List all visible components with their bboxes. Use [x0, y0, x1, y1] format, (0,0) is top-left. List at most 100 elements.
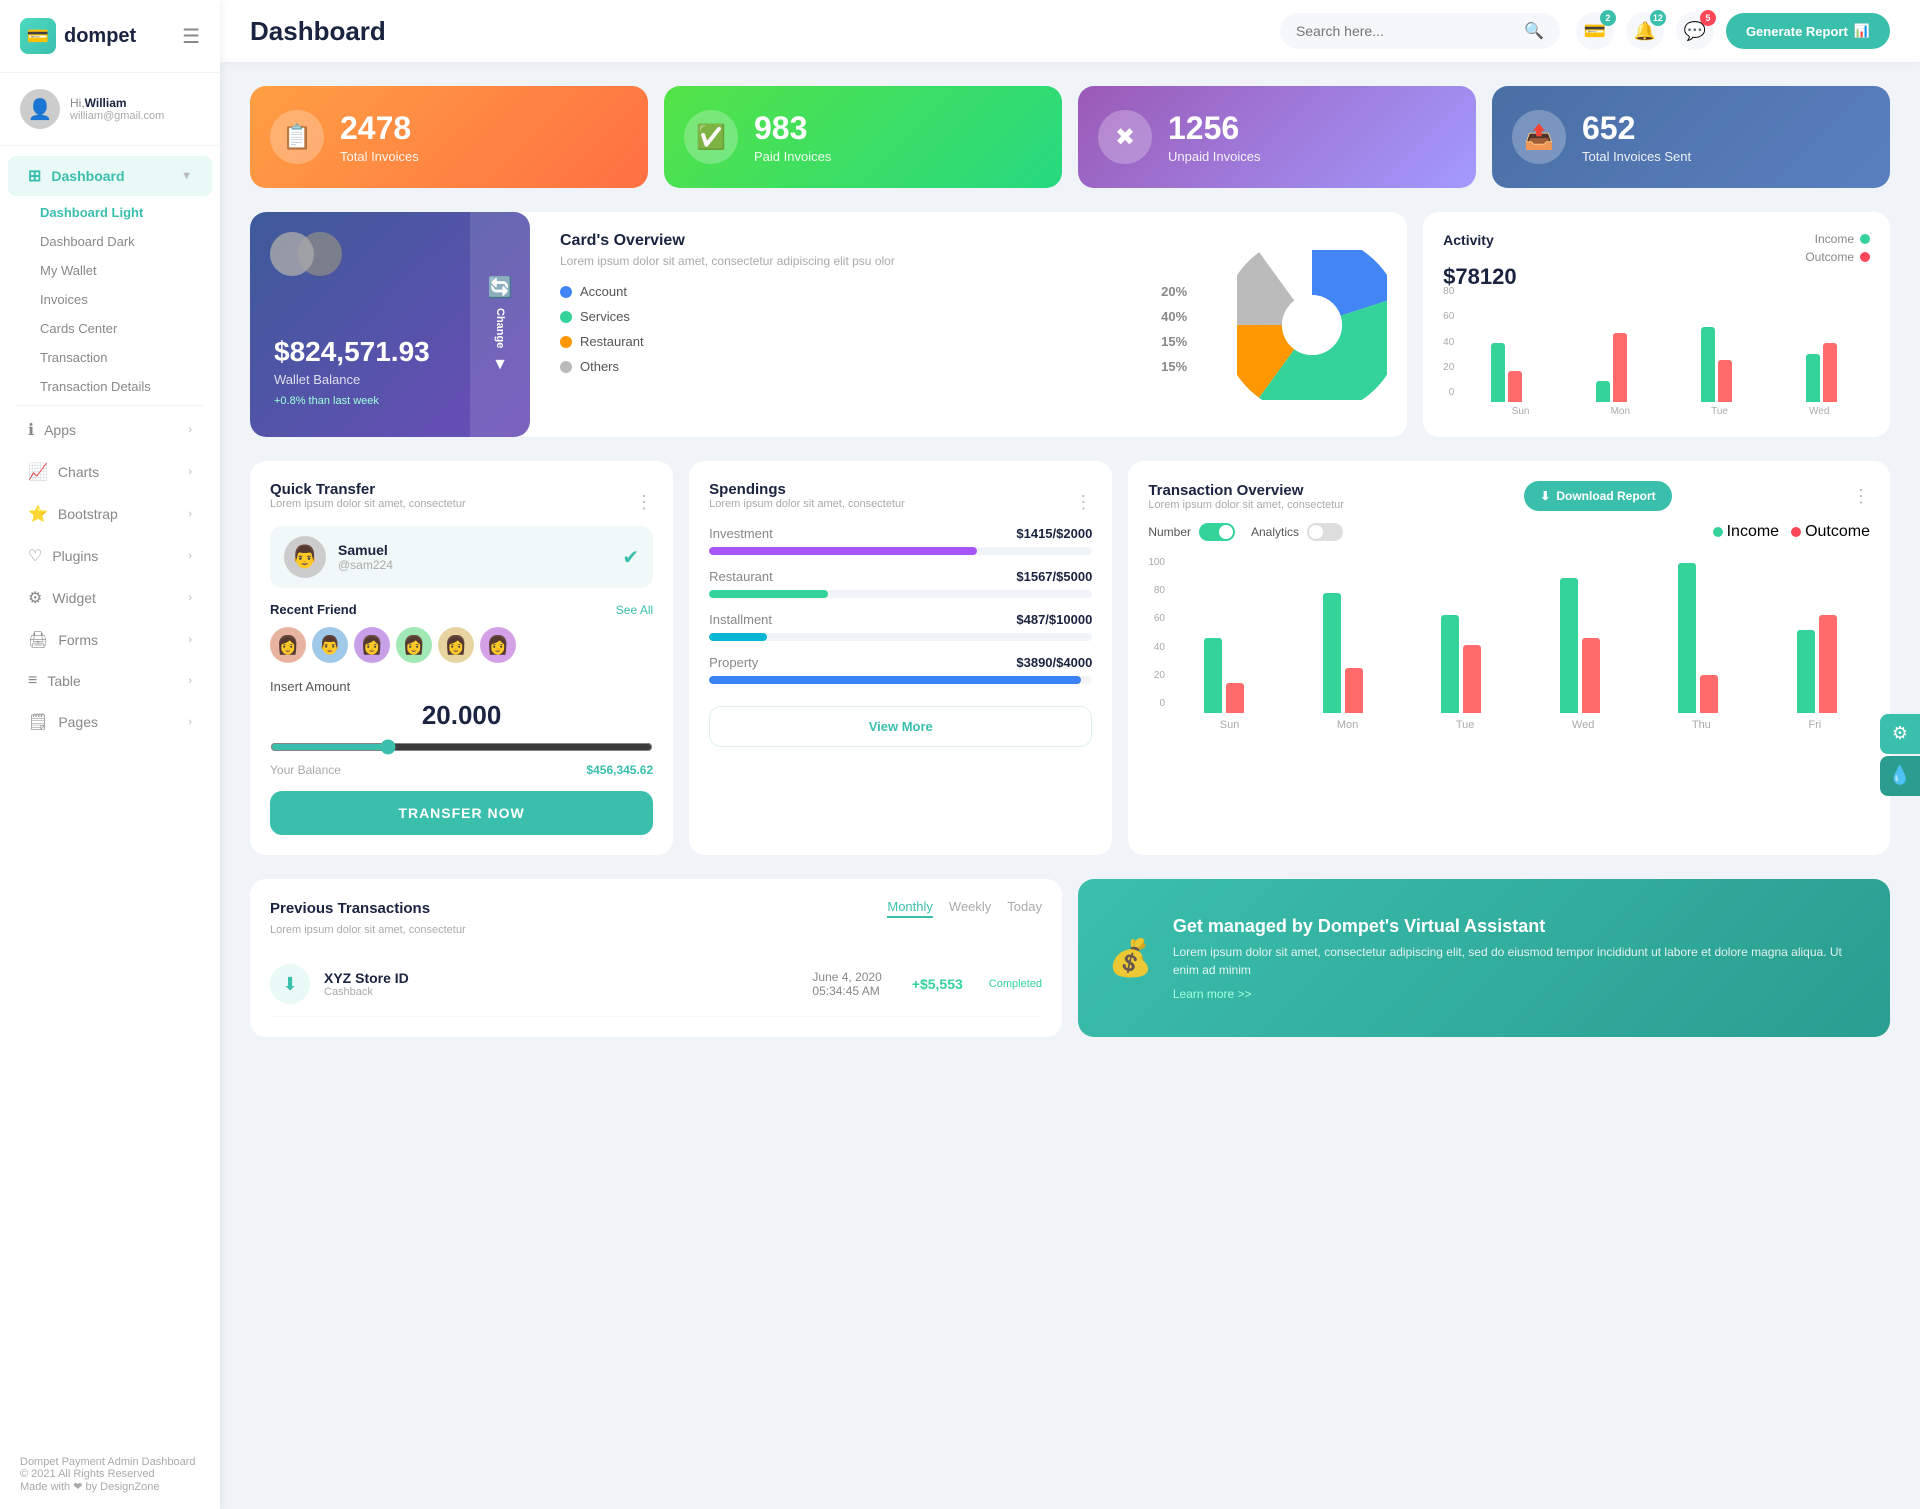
sidebar-item-charts[interactable]: 📈 Charts ›	[8, 452, 212, 492]
sidebar-item-pages[interactable]: 🗒 Pages ›	[8, 702, 212, 742]
subnav-cards-center[interactable]: Cards Center	[30, 314, 220, 343]
sidebar-item-dashboard[interactable]: ⊞ Dashboard ▼	[8, 156, 212, 196]
wallet-card-overview: 🔄 Change ▼ $824,571.93 Wallet Balance +0…	[250, 212, 1407, 437]
activity-title: Activity	[1443, 232, 1494, 248]
transfer-user-handle: @sam224	[338, 558, 393, 572]
va-banner: 💰 Get managed by Dompet's Virtual Assist…	[1078, 879, 1890, 1037]
subnav-my-wallet[interactable]: My Wallet	[30, 256, 220, 285]
sidebar-item-widget[interactable]: ⚙ Widget ›	[8, 578, 212, 618]
transfer-user: 👨 Samuel @sam224 ✔	[270, 526, 653, 588]
chevron-right-icon: ›	[188, 634, 192, 646]
dot-restaurant	[560, 336, 572, 348]
tab-weekly[interactable]: Weekly	[949, 899, 991, 918]
spending-label-investment: Investment	[709, 526, 773, 541]
subnav-dashboard-dark[interactable]: Dashboard Dark	[30, 227, 220, 256]
x-axis-labels: SunMonTueWedThuFri	[1171, 719, 1870, 731]
sidebar-item-apps[interactable]: ℹ Apps ›	[8, 410, 212, 450]
balance-amount: $456,345.62	[586, 763, 653, 777]
outcome-bar	[1582, 638, 1600, 713]
more-options-icon[interactable]: ⋮	[1074, 492, 1092, 513]
transaction-overview-widget: Transaction Overview Lorem ipsum dolor s…	[1128, 461, 1890, 855]
chevron-right-icon: ›	[188, 716, 192, 728]
subnav-dashboard-light[interactable]: Dashboard Light	[30, 198, 220, 227]
va-learn-more[interactable]: Learn more >>	[1173, 987, 1860, 1001]
outcome-bar-tue	[1718, 360, 1732, 403]
chevron-right-icon: ›	[188, 466, 192, 478]
analytics-toggle[interactable]	[1307, 523, 1343, 541]
restaurant-fill	[709, 590, 828, 598]
income-legend-item: Income	[1713, 523, 1779, 541]
bar-group-fri	[1764, 563, 1871, 713]
transfer-now-button[interactable]: TRANSFER NOW	[270, 791, 653, 835]
wallet-btn[interactable]: 💳 2	[1576, 12, 1614, 50]
transaction-overview-header: Transaction Overview Lorem ipsum dolor s…	[1148, 481, 1870, 511]
sidebar-item-label: Dashboard	[51, 168, 171, 184]
stat-pct-account: 20%	[1161, 284, 1187, 299]
pie-chart	[1237, 250, 1387, 400]
hamburger-icon[interactable]: ☰	[182, 24, 200, 49]
friend-avatar-2[interactable]: 👨	[312, 627, 348, 663]
generate-report-label: Generate Report	[1746, 24, 1848, 39]
water-drop-float-btn[interactable]: 💧	[1880, 756, 1920, 796]
sidebar-item-forms[interactable]: 🖨 Forms ›	[8, 620, 212, 660]
subnav-invoices[interactable]: Invoices	[30, 285, 220, 314]
outcome-bar-mon	[1613, 333, 1627, 402]
total-invoices-label: Total Invoices	[340, 149, 419, 164]
chevron-right-icon: ›	[188, 508, 192, 520]
friend-avatar-4[interactable]: 👩	[396, 627, 432, 663]
transaction-overview-subtitle: Lorem ipsum dolor sit amet, consectetur	[1148, 499, 1344, 511]
quick-transfer-title: Quick Transfer	[270, 481, 466, 498]
bell-btn[interactable]: 🔔 12	[1626, 12, 1664, 50]
balance-row: Your Balance $456,345.62	[270, 763, 653, 777]
va-title: Get managed by Dompet's Virtual Assistan…	[1173, 916, 1860, 937]
change-btn[interactable]: 🔄 Change ▼	[470, 212, 530, 437]
stat-label-services: Services	[580, 309, 1161, 324]
spending-investment: Investment $1415/$2000	[709, 526, 1092, 555]
income-bar-mon	[1596, 381, 1610, 402]
tab-monthly[interactable]: Monthly	[887, 899, 933, 918]
sidebar-item-bootstrap[interactable]: ⭐ Bootstrap ›	[8, 494, 212, 534]
spending-installment: Installment $487/$10000	[709, 612, 1092, 641]
friend-avatar-1[interactable]: 👩	[270, 627, 306, 663]
number-label: Number	[1148, 525, 1191, 539]
friend-avatar-3[interactable]: 👩	[354, 627, 390, 663]
chat-btn[interactable]: 💬 5	[1676, 12, 1714, 50]
income-bar-wed	[1806, 354, 1820, 402]
friend-avatar-5[interactable]: 👩	[438, 627, 474, 663]
outcome-bar	[1463, 645, 1481, 713]
sidebar-item-table[interactable]: ≡ Table ›	[8, 662, 212, 700]
sidebar-item-label: Plugins	[52, 548, 178, 564]
settings-float-btn[interactable]: ⚙	[1880, 714, 1920, 754]
sent-invoices-number: 652	[1582, 110, 1691, 147]
number-toggle[interactable]	[1199, 523, 1235, 541]
logo-icon: 💳	[20, 18, 56, 54]
view-more-button[interactable]: View More	[709, 706, 1092, 747]
transfer-amount-slider[interactable]	[270, 739, 653, 755]
more-options-icon[interactable]: ⋮	[1852, 486, 1870, 507]
investment-fill	[709, 547, 977, 555]
see-all-link[interactable]: See All	[616, 603, 653, 617]
sidebar-item-plugins[interactable]: ♡ Plugins ›	[8, 536, 212, 576]
tab-today[interactable]: Today	[1007, 899, 1042, 918]
transaction-name: XYZ Store ID	[324, 970, 409, 986]
logo-area: 💳 dompet ☰	[0, 0, 220, 73]
outcome-legend-label: Outcome	[1805, 250, 1854, 264]
refresh-icon: 🔄	[488, 275, 513, 300]
spending-amount-restaurant: $1567/$5000	[1016, 569, 1092, 584]
chevron-right-icon: ›	[188, 424, 192, 436]
friend-avatar-6[interactable]: 👩	[480, 627, 516, 663]
stat-card-paid-invoices: ✅ 983 Paid Invoices	[664, 86, 1062, 188]
download-report-button[interactable]: ⬇ Download Report	[1524, 481, 1671, 511]
x-axis-labels: SunMonTueWed	[1443, 406, 1870, 417]
outcome-legend-label: Outcome	[1805, 523, 1870, 541]
search-input[interactable]	[1296, 23, 1516, 39]
y-axis-labels: 806040200	[1443, 282, 1454, 402]
wallet-label: Wallet Balance	[274, 372, 506, 387]
subnav-transaction-details[interactable]: Transaction Details	[30, 372, 220, 401]
quick-transfer-widget: Quick Transfer Lorem ipsum dolor sit ame…	[250, 461, 673, 855]
spending-amount-installment: $487/$10000	[1016, 612, 1092, 627]
generate-report-button[interactable]: Generate Report 📊	[1726, 13, 1890, 49]
more-options-icon[interactable]: ⋮	[635, 492, 653, 513]
subnav-transaction[interactable]: Transaction	[30, 343, 220, 372]
widget-icon: ⚙	[28, 588, 42, 608]
